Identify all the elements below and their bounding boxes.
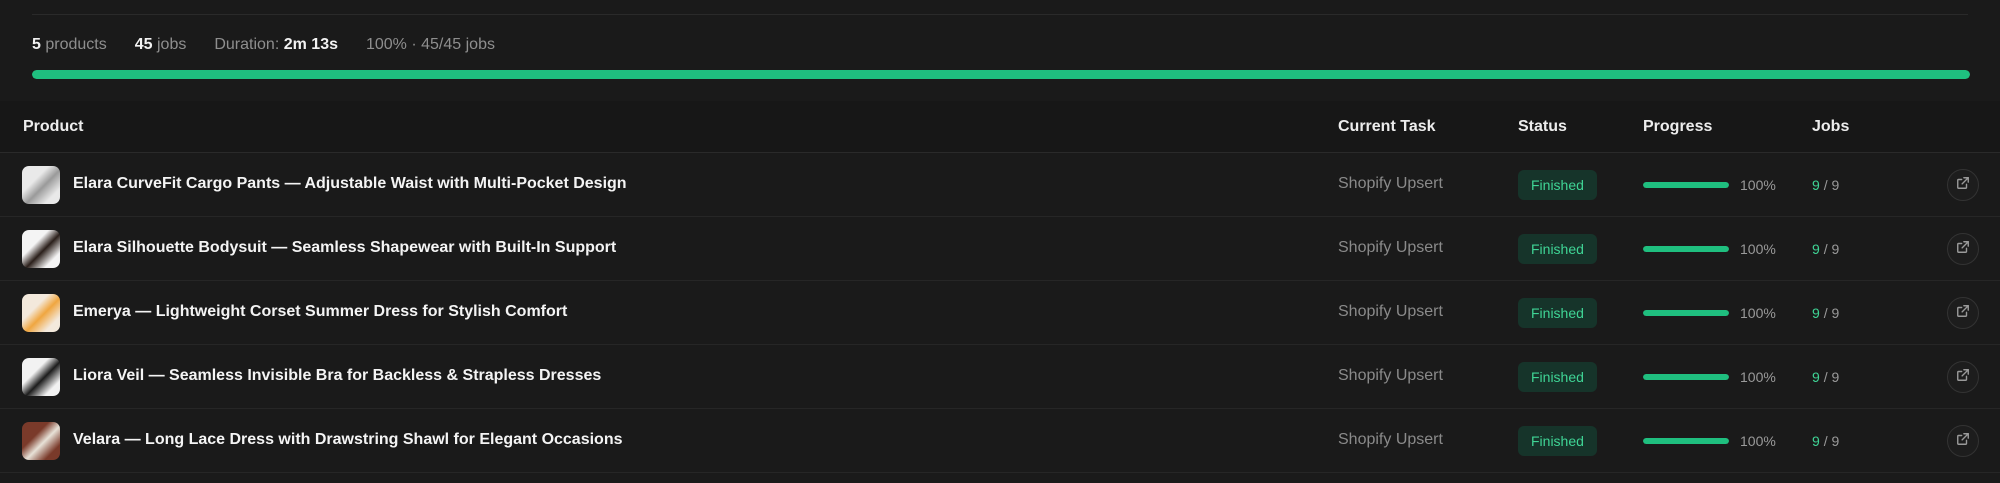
jobs-done: 9: [1812, 433, 1820, 449]
column-header-current-task[interactable]: Current Task: [1338, 118, 1436, 136]
row-jobs-count: 9 / 9: [1812, 305, 1839, 321]
table-row[interactable]: Liora Veil — Seamless Invisible Bra for …: [0, 345, 2000, 409]
row-jobs-count: 9 / 9: [1812, 433, 1839, 449]
table-row[interactable]: Elara CurveFit Cargo Pants — Adjustable …: [0, 153, 2000, 217]
row-jobs-count: 9 / 9: [1812, 369, 1839, 385]
jobs-total: / 9: [1823, 241, 1840, 257]
row-progress-fill: [1643, 310, 1729, 316]
row-progress-fill: [1643, 246, 1729, 252]
jobs-done: 9: [1812, 305, 1820, 321]
column-header-progress[interactable]: Progress: [1643, 118, 1712, 136]
row-progress-fill: [1643, 438, 1729, 444]
row-progress-fill: [1643, 182, 1729, 188]
status-badge: Finished: [1518, 170, 1597, 200]
product-name[interactable]: Elara CurveFit Cargo Pants — Adjustable …: [73, 175, 627, 193]
row-jobs-count: 9 / 9: [1812, 241, 1839, 257]
column-header-product[interactable]: Product: [23, 118, 83, 136]
row-progress-bar: [1643, 374, 1729, 380]
status-badge: Finished: [1518, 362, 1597, 392]
job-run-panel: 5 products 45 jobs Duration: 2m 13s 100%…: [0, 0, 2000, 483]
products-count: 5 products: [32, 36, 107, 53]
open-external-button[interactable]: [1947, 297, 1979, 329]
product-name[interactable]: Elara Silhouette Bodysuit — Seamless Sha…: [73, 239, 616, 257]
duration: Duration: 2m 13s: [214, 36, 338, 53]
status-badge: Finished: [1518, 234, 1597, 264]
jobs-total: / 9: [1823, 177, 1840, 193]
external-link-icon: [1956, 240, 1970, 259]
row-progress-bar: [1643, 182, 1729, 188]
current-task: Shopify Upsert: [1338, 303, 1443, 320]
product-thumbnail: [22, 294, 60, 332]
product-thumbnail: [22, 422, 60, 460]
row-progress-percent: 100%: [1740, 369, 1776, 385]
overall-progress-bar: [32, 70, 1970, 79]
external-link-icon: [1956, 432, 1970, 451]
jobs-done: 9: [1812, 177, 1820, 193]
product-thumbnail: [22, 166, 60, 204]
current-task: Shopify Upsert: [1338, 431, 1443, 448]
divider: [32, 14, 1968, 15]
status-badge: Finished: [1518, 298, 1597, 328]
table-header: Product Current Task Status Progress Job…: [0, 101, 2000, 153]
table-row[interactable]: Velara — Long Lace Dress with Drawstring…: [0, 409, 2000, 473]
row-progress-percent: 100%: [1740, 433, 1776, 449]
jobs-count: 45 jobs: [134, 36, 187, 53]
current-task: Shopify Upsert: [1338, 239, 1443, 256]
row-jobs-count: 9 / 9: [1812, 177, 1839, 193]
table-row[interactable]: Elara Silhouette Bodysuit — Seamless Sha…: [0, 217, 2000, 281]
row-progress-percent: 100%: [1740, 177, 1776, 193]
table-row[interactable]: Emerya — Lightweight Corset Summer Dress…: [0, 281, 2000, 345]
row-progress-bar: [1643, 310, 1729, 316]
run-summary: 5 products 45 jobs Duration: 2m 13s 100%…: [32, 34, 523, 56]
open-external-button[interactable]: [1947, 425, 1979, 457]
open-external-button[interactable]: [1947, 361, 1979, 393]
overall-progress-text: 100% · 45/45 jobs: [365, 36, 495, 53]
external-link-icon: [1956, 304, 1970, 323]
row-progress-bar: [1643, 438, 1729, 444]
row-progress-fill: [1643, 374, 1729, 380]
external-link-icon: [1956, 368, 1970, 387]
external-link-icon: [1956, 176, 1970, 195]
status-badge: Finished: [1518, 426, 1597, 456]
open-external-button[interactable]: [1947, 233, 1979, 265]
row-progress-bar: [1643, 246, 1729, 252]
row-progress-percent: 100%: [1740, 241, 1776, 257]
product-thumbnail: [22, 358, 60, 396]
jobs-done: 9: [1812, 241, 1820, 257]
product-thumbnail: [22, 230, 60, 268]
jobs-total: / 9: [1823, 369, 1840, 385]
current-task: Shopify Upsert: [1338, 367, 1443, 384]
open-external-button[interactable]: [1947, 169, 1979, 201]
current-task: Shopify Upsert: [1338, 175, 1443, 192]
column-header-jobs[interactable]: Jobs: [1812, 118, 1849, 136]
product-name[interactable]: Emerya — Lightweight Corset Summer Dress…: [73, 303, 567, 321]
jobs-total: / 9: [1823, 433, 1840, 449]
product-name[interactable]: Liora Veil — Seamless Invisible Bra for …: [73, 367, 601, 385]
jobs-total: / 9: [1823, 305, 1840, 321]
row-progress-percent: 100%: [1740, 305, 1776, 321]
product-name[interactable]: Velara — Long Lace Dress with Drawstring…: [73, 431, 623, 449]
jobs-done: 9: [1812, 369, 1820, 385]
overall-progress-fill: [32, 70, 1970, 79]
column-header-status[interactable]: Status: [1518, 118, 1567, 136]
